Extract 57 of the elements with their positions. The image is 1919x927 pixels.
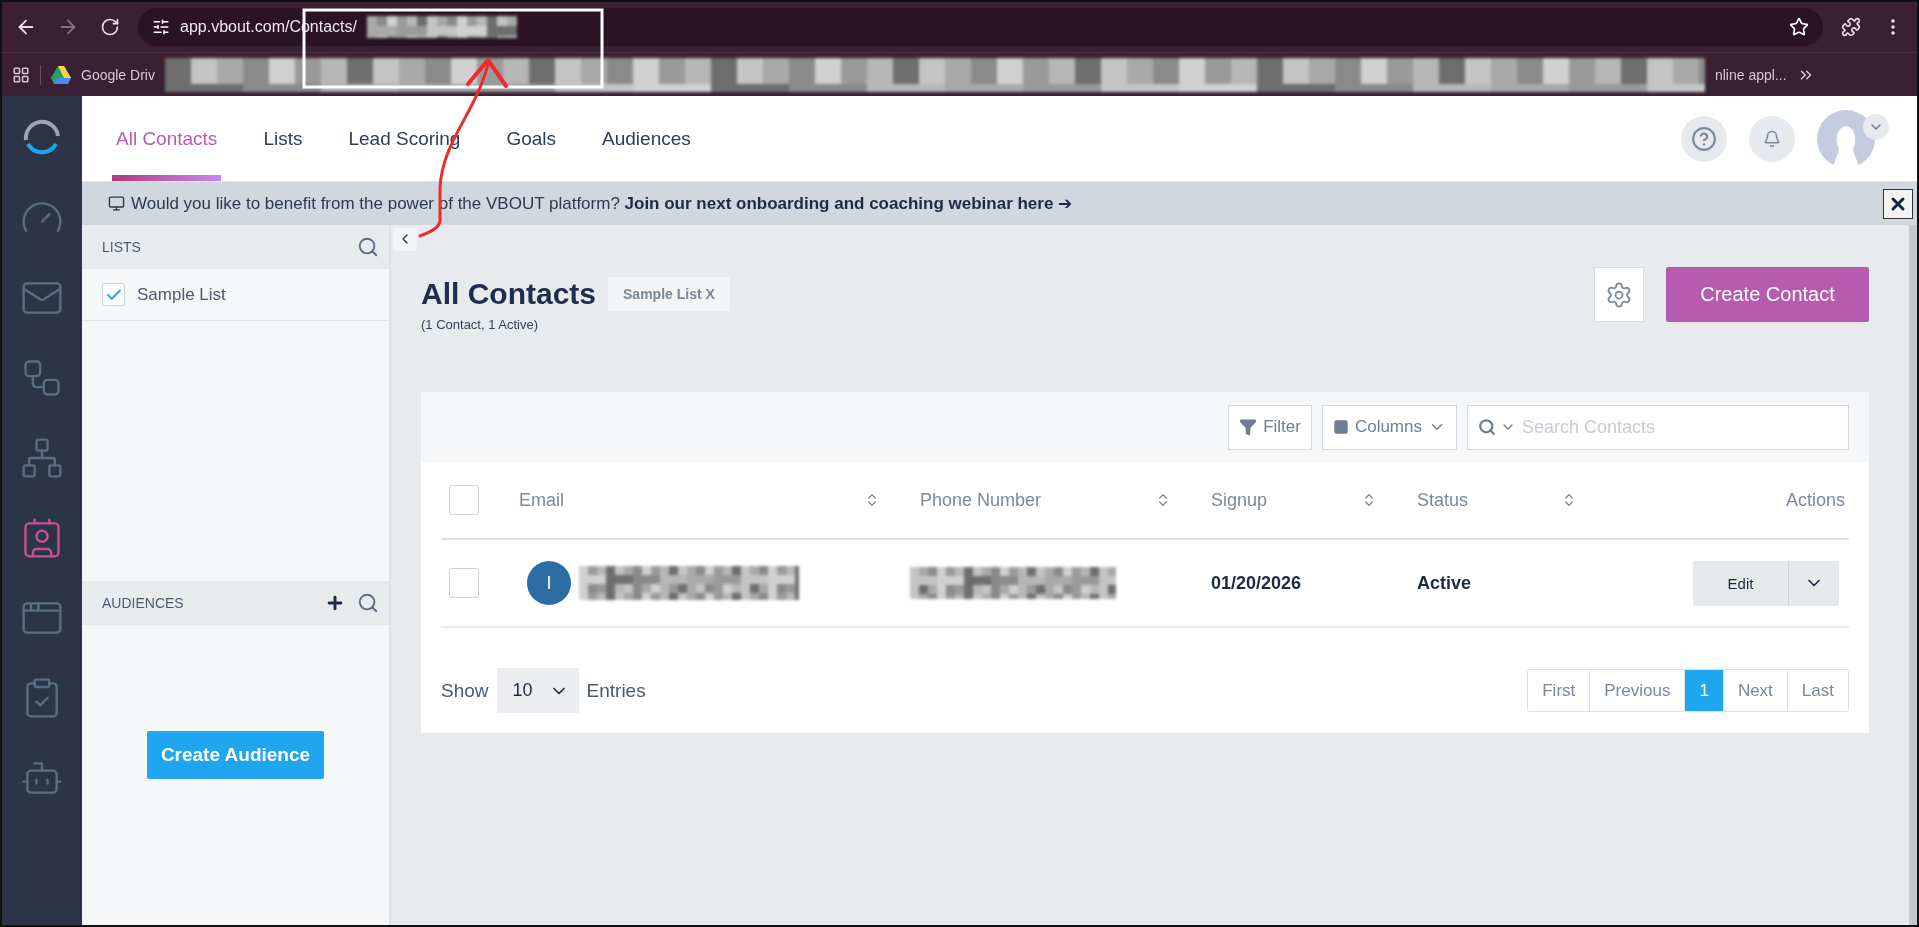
- filter-tag[interactable]: Sample List X: [608, 277, 730, 311]
- nav-tab[interactable]: Audiences: [598, 96, 695, 181]
- filter-button[interactable]: Filter: [1228, 404, 1312, 450]
- bookmark-star-icon[interactable]: [1789, 17, 1809, 37]
- search-icon: [1478, 418, 1496, 436]
- list-name[interactable]: Sample List: [137, 284, 226, 305]
- search-field[interactable]: Search Contacts: [1467, 404, 1849, 450]
- search-icon[interactable]: [357, 592, 379, 614]
- puzzle-icon: [1841, 17, 1861, 37]
- panel-title: LISTS: [102, 239, 142, 255]
- show-label: Show: [441, 679, 489, 702]
- checkbox[interactable]: [449, 485, 479, 515]
- settings-button[interactable]: [1594, 267, 1644, 322]
- checkbox[interactable]: [102, 283, 125, 306]
- entries-select[interactable]: 10: [496, 668, 579, 713]
- pagination-button[interactable]: Last: [1786, 670, 1848, 711]
- table-cell: 01/20/2026: [1211, 572, 1302, 594]
- bell-icon: [1763, 129, 1781, 148]
- checkbox[interactable]: [449, 568, 479, 598]
- column-header[interactable]: Status: [1417, 489, 1553, 511]
- bookmark-link[interactable]: Google Driv: [81, 66, 155, 83]
- monitor-icon: [108, 195, 125, 212]
- column-header[interactable]: Actions: [1785, 489, 1845, 511]
- bookmark-link[interactable]: nline appl...: [1714, 66, 1787, 83]
- panel-title: AUDIENCES: [102, 595, 185, 611]
- nav-tab[interactable]: Lists: [259, 96, 307, 181]
- column-header[interactable]: Email: [519, 489, 856, 511]
- pagination-button[interactable]: 1: [1684, 670, 1723, 711]
- menu-icon: [1891, 19, 1895, 35]
- help-button[interactable]: [1681, 115, 1727, 162]
- help-icon: [1691, 125, 1717, 152]
- account-menu-button[interactable]: [1863, 113, 1889, 140]
- notifications-button[interactable]: [1749, 115, 1795, 162]
- close-button[interactable]: [1883, 188, 1913, 219]
- apps-icon[interactable]: [12, 65, 30, 84]
- site-settings-icon[interactable]: [152, 18, 170, 36]
- page-title: All Contacts: [421, 277, 597, 311]
- nav-tab[interactable]: Goals: [502, 96, 561, 181]
- contact-count: (1 Contact, 1 Active): [421, 317, 540, 332]
- collapse-button[interactable]: [393, 227, 417, 251]
- network-icon[interactable]: [20, 436, 64, 480]
- drive-icon: [51, 65, 71, 84]
- column-header[interactable]: Phone Number: [920, 489, 1147, 511]
- add-icon[interactable]: [325, 593, 345, 613]
- gear-icon: [1605, 280, 1633, 309]
- create-audience-button[interactable]: Create Audience: [146, 731, 325, 779]
- column-header[interactable]: Signup: [1211, 489, 1353, 511]
- status-text: Active: [1417, 572, 1472, 594]
- reload-icon: [100, 17, 120, 37]
- search-icon[interactable]: [357, 236, 379, 258]
- columns-button[interactable]: Columns: [1321, 404, 1457, 450]
- nav-tab[interactable]: All Contacts: [112, 96, 222, 181]
- entries-label: Entries: [586, 679, 646, 702]
- contact-avatar: I: [527, 561, 571, 605]
- columns-icon: [1332, 419, 1349, 435]
- create-contact-button[interactable]: Create Contact: [1666, 267, 1869, 322]
- funnel-icon: [1239, 418, 1258, 436]
